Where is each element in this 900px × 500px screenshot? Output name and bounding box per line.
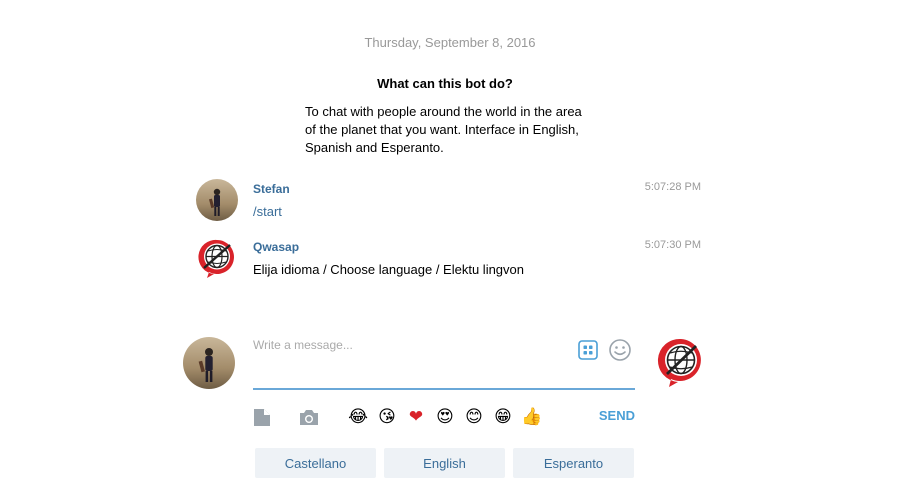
- message-author[interactable]: Stefan: [253, 182, 290, 196]
- message-text[interactable]: /start: [253, 204, 282, 219]
- message-input-area[interactable]: [253, 332, 635, 390]
- keyboard-button-english[interactable]: English: [384, 448, 505, 478]
- thumbs-up-emoji[interactable]: 👍: [521, 406, 543, 428]
- user-photo-avatar[interactable]: [196, 179, 238, 221]
- camera-icon[interactable]: [298, 408, 320, 427]
- date-separator: Thursday, September 8, 2016: [364, 35, 536, 50]
- globe-bot-avatar[interactable]: [196, 237, 238, 279]
- message-text: Elija idioma / Choose language / Elektu …: [253, 262, 525, 277]
- own-user-avatar[interactable]: [183, 337, 235, 389]
- keyboard-button-castellano[interactable]: Castellano: [255, 448, 376, 478]
- bot-description-title: What can this bot do?: [377, 76, 513, 91]
- keyboard-button-esperanto[interactable]: Esperanto: [513, 448, 634, 478]
- bot-description-body: To chat with people around the world in …: [305, 104, 582, 155]
- grinning-emoji[interactable]: 😁: [492, 406, 514, 428]
- message-item: Stefan 5:07:28 PM /start: [196, 179, 701, 229]
- message-input[interactable]: [253, 338, 563, 378]
- emoji-icon[interactable]: [608, 338, 632, 362]
- chat-peer-avatar[interactable]: [657, 337, 705, 389]
- message-item: Qwasap 5:07:30 PM Elija idioma / Choose …: [196, 237, 701, 287]
- message-author[interactable]: Qwasap: [253, 240, 299, 254]
- composer-toolbar: 😂 😘 ❤ 😍 😊 😁 👍 SEND: [253, 404, 635, 430]
- bot-commands-icon[interactable]: [577, 339, 599, 361]
- message-time: 5:07:28 PM: [644, 181, 701, 193]
- message-time: 5:07:30 PM: [644, 239, 701, 251]
- smiling-emoji[interactable]: 😊: [463, 406, 485, 428]
- file-icon[interactable]: [253, 408, 271, 427]
- tears-of-joy-emoji[interactable]: 😂: [347, 406, 369, 428]
- heart-eyes-emoji[interactable]: 😍: [434, 406, 456, 428]
- kiss-emoji[interactable]: 😘: [376, 406, 398, 428]
- send-button[interactable]: SEND: [599, 408, 635, 423]
- heart-emoji[interactable]: ❤: [405, 406, 427, 428]
